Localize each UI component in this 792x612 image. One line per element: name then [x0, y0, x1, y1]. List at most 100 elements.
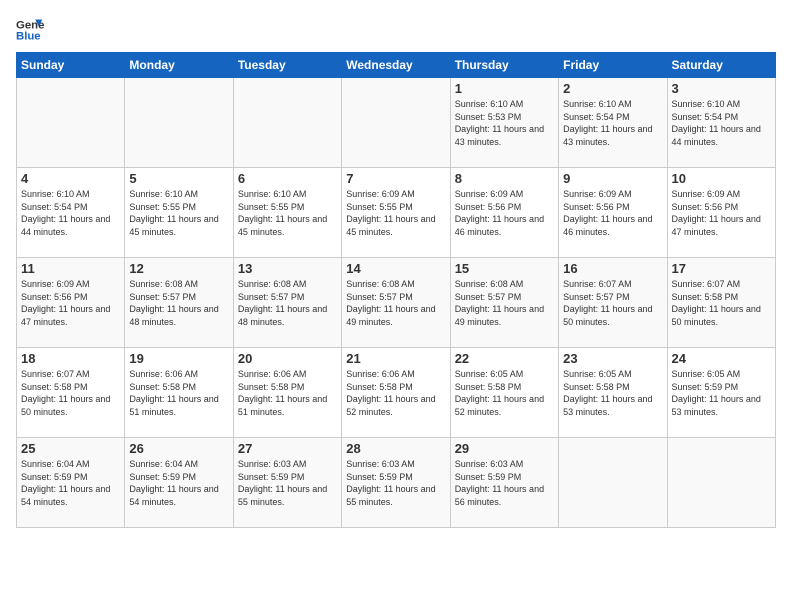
- day-sun-info: Sunrise: 6:07 AMSunset: 5:57 PMDaylight:…: [563, 278, 662, 328]
- calendar-cell: [559, 438, 667, 528]
- day-number: 21: [346, 351, 445, 366]
- calendar-cell: 28 Sunrise: 6:03 AMSunset: 5:59 PMDayligh…: [342, 438, 450, 528]
- day-sun-info: Sunrise: 6:04 AMSunset: 5:59 PMDaylight:…: [21, 458, 120, 508]
- day-sun-info: Sunrise: 6:07 AMSunset: 5:58 PMDaylight:…: [21, 368, 120, 418]
- calendar-cell: 22 Sunrise: 6:05 AMSunset: 5:58 PMDayligh…: [450, 348, 558, 438]
- calendar-table: SundayMondayTuesdayWednesdayThursdayFrid…: [16, 52, 776, 528]
- day-number: 5: [129, 171, 228, 186]
- day-number: 10: [672, 171, 771, 186]
- calendar-cell: 15 Sunrise: 6:08 AMSunset: 5:57 PMDayligh…: [450, 258, 558, 348]
- day-number: 28: [346, 441, 445, 456]
- day-number: 6: [238, 171, 337, 186]
- day-of-week-header: Tuesday: [233, 53, 341, 78]
- day-number: 20: [238, 351, 337, 366]
- calendar-cell: 7 Sunrise: 6:09 AMSunset: 5:55 PMDaylight…: [342, 168, 450, 258]
- day-sun-info: Sunrise: 6:10 AMSunset: 5:55 PMDaylight:…: [238, 188, 337, 238]
- calendar-cell: 16 Sunrise: 6:07 AMSunset: 5:57 PMDayligh…: [559, 258, 667, 348]
- day-sun-info: Sunrise: 6:06 AMSunset: 5:58 PMDaylight:…: [129, 368, 228, 418]
- day-sun-info: Sunrise: 6:09 AMSunset: 5:56 PMDaylight:…: [672, 188, 771, 238]
- calendar-cell: 25 Sunrise: 6:04 AMSunset: 5:59 PMDayligh…: [17, 438, 125, 528]
- day-of-week-header: Sunday: [17, 53, 125, 78]
- day-number: 29: [455, 441, 554, 456]
- day-sun-info: Sunrise: 6:09 AMSunset: 5:55 PMDaylight:…: [346, 188, 445, 238]
- day-sun-info: Sunrise: 6:05 AMSunset: 5:59 PMDaylight:…: [672, 368, 771, 418]
- logo-icon: General Blue: [16, 16, 44, 44]
- day-sun-info: Sunrise: 6:10 AMSunset: 5:55 PMDaylight:…: [129, 188, 228, 238]
- day-number: 27: [238, 441, 337, 456]
- day-sun-info: Sunrise: 6:06 AMSunset: 5:58 PMDaylight:…: [346, 368, 445, 418]
- calendar-cell: 18 Sunrise: 6:07 AMSunset: 5:58 PMDayligh…: [17, 348, 125, 438]
- logo: General Blue: [16, 16, 44, 44]
- calendar-cell: 26 Sunrise: 6:04 AMSunset: 5:59 PMDayligh…: [125, 438, 233, 528]
- calendar-cell: 11 Sunrise: 6:09 AMSunset: 5:56 PMDayligh…: [17, 258, 125, 348]
- calendar-cell: 19 Sunrise: 6:06 AMSunset: 5:58 PMDayligh…: [125, 348, 233, 438]
- calendar-cell: 10 Sunrise: 6:09 AMSunset: 5:56 PMDayligh…: [667, 168, 775, 258]
- calendar-cell: 3Sunrise: 6:10 AMSunset: 5:54 PMDaylight…: [667, 78, 775, 168]
- calendar-cell: 20 Sunrise: 6:06 AMSunset: 5:58 PMDayligh…: [233, 348, 341, 438]
- calendar-cell: 17 Sunrise: 6:07 AMSunset: 5:58 PMDayligh…: [667, 258, 775, 348]
- day-number: 25: [21, 441, 120, 456]
- calendar-cell: 14 Sunrise: 6:08 AMSunset: 5:57 PMDayligh…: [342, 258, 450, 348]
- calendar-cell: 1 Sunrise: 6:10 AMSunset: 5:53 PMDaylight…: [450, 78, 558, 168]
- day-sun-info: Sunrise: 6:05 AMSunset: 5:58 PMDaylight:…: [563, 368, 662, 418]
- calendar-cell: [125, 78, 233, 168]
- day-sun-info: Sunrise: 6:03 AMSunset: 5:59 PMDaylight:…: [238, 458, 337, 508]
- day-sun-info: Sunrise: 6:08 AMSunset: 5:57 PMDaylight:…: [129, 278, 228, 328]
- day-sun-info: Sunrise: 6:10 AMSunset: 5:54 PMDaylight:…: [672, 98, 771, 148]
- day-sun-info: Sunrise: 6:09 AMSunset: 5:56 PMDaylight:…: [455, 188, 554, 238]
- svg-text:Blue: Blue: [16, 31, 41, 43]
- day-sun-info: Sunrise: 6:08 AMSunset: 5:57 PMDaylight:…: [238, 278, 337, 328]
- day-number: 1: [455, 81, 554, 96]
- day-number: 19: [129, 351, 228, 366]
- calendar-cell: 2Sunrise: 6:10 AMSunset: 5:54 PMDaylight…: [559, 78, 667, 168]
- day-sun-info: Sunrise: 6:10 AMSunset: 5:54 PMDaylight:…: [563, 98, 662, 148]
- day-number: 23: [563, 351, 662, 366]
- day-sun-info: Sunrise: 6:03 AMSunset: 5:59 PMDaylight:…: [346, 458, 445, 508]
- day-number: 8: [455, 171, 554, 186]
- day-sun-info: Sunrise: 6:09 AMSunset: 5:56 PMDaylight:…: [21, 278, 120, 328]
- calendar-cell: 5 Sunrise: 6:10 AMSunset: 5:55 PMDaylight…: [125, 168, 233, 258]
- day-sun-info: Sunrise: 6:04 AMSunset: 5:59 PMDaylight:…: [129, 458, 228, 508]
- day-sun-info: Sunrise: 6:08 AMSunset: 5:57 PMDaylight:…: [455, 278, 554, 328]
- day-number: 4: [21, 171, 120, 186]
- day-of-week-header: Monday: [125, 53, 233, 78]
- calendar-cell: 6 Sunrise: 6:10 AMSunset: 5:55 PMDaylight…: [233, 168, 341, 258]
- day-number: 12: [129, 261, 228, 276]
- day-sun-info: Sunrise: 6:05 AMSunset: 5:58 PMDaylight:…: [455, 368, 554, 418]
- day-number: 26: [129, 441, 228, 456]
- day-number: 22: [455, 351, 554, 366]
- calendar-cell: [233, 78, 341, 168]
- page-header: General Blue: [16, 16, 776, 44]
- day-of-week-header: Friday: [559, 53, 667, 78]
- day-number: 18: [21, 351, 120, 366]
- day-number: 14: [346, 261, 445, 276]
- calendar-cell: 13 Sunrise: 6:08 AMSunset: 5:57 PMDayligh…: [233, 258, 341, 348]
- calendar-cell: 29 Sunrise: 6:03 AMSunset: 5:59 PMDayligh…: [450, 438, 558, 528]
- day-number: 7: [346, 171, 445, 186]
- day-number: 24: [672, 351, 771, 366]
- day-number: 16: [563, 261, 662, 276]
- day-sun-info: Sunrise: 6:10 AMSunset: 5:54 PMDaylight:…: [21, 188, 120, 238]
- calendar-cell: 23 Sunrise: 6:05 AMSunset: 5:58 PMDayligh…: [559, 348, 667, 438]
- day-number: 11: [21, 261, 120, 276]
- day-number: 15: [455, 261, 554, 276]
- day-number: 13: [238, 261, 337, 276]
- day-number: 9: [563, 171, 662, 186]
- calendar-cell: 27 Sunrise: 6:03 AMSunset: 5:59 PMDayligh…: [233, 438, 341, 528]
- day-of-week-header: Thursday: [450, 53, 558, 78]
- day-sun-info: Sunrise: 6:03 AMSunset: 5:59 PMDaylight:…: [455, 458, 554, 508]
- calendar-cell: 24 Sunrise: 6:05 AMSunset: 5:59 PMDayligh…: [667, 348, 775, 438]
- calendar-cell: [667, 438, 775, 528]
- day-sun-info: Sunrise: 6:07 AMSunset: 5:58 PMDaylight:…: [672, 278, 771, 328]
- day-sun-info: Sunrise: 6:10 AMSunset: 5:53 PMDaylight:…: [455, 98, 554, 148]
- day-sun-info: Sunrise: 6:09 AMSunset: 5:56 PMDaylight:…: [563, 188, 662, 238]
- calendar-cell: 8 Sunrise: 6:09 AMSunset: 5:56 PMDaylight…: [450, 168, 558, 258]
- calendar-cell: [17, 78, 125, 168]
- day-sun-info: Sunrise: 6:06 AMSunset: 5:58 PMDaylight:…: [238, 368, 337, 418]
- day-of-week-header: Saturday: [667, 53, 775, 78]
- calendar-cell: 4 Sunrise: 6:10 AMSunset: 5:54 PMDaylight…: [17, 168, 125, 258]
- calendar-cell: 9 Sunrise: 6:09 AMSunset: 5:56 PMDaylight…: [559, 168, 667, 258]
- day-number: 17: [672, 261, 771, 276]
- calendar-cell: 12 Sunrise: 6:08 AMSunset: 5:57 PMDayligh…: [125, 258, 233, 348]
- day-sun-info: Sunrise: 6:08 AMSunset: 5:57 PMDaylight:…: [346, 278, 445, 328]
